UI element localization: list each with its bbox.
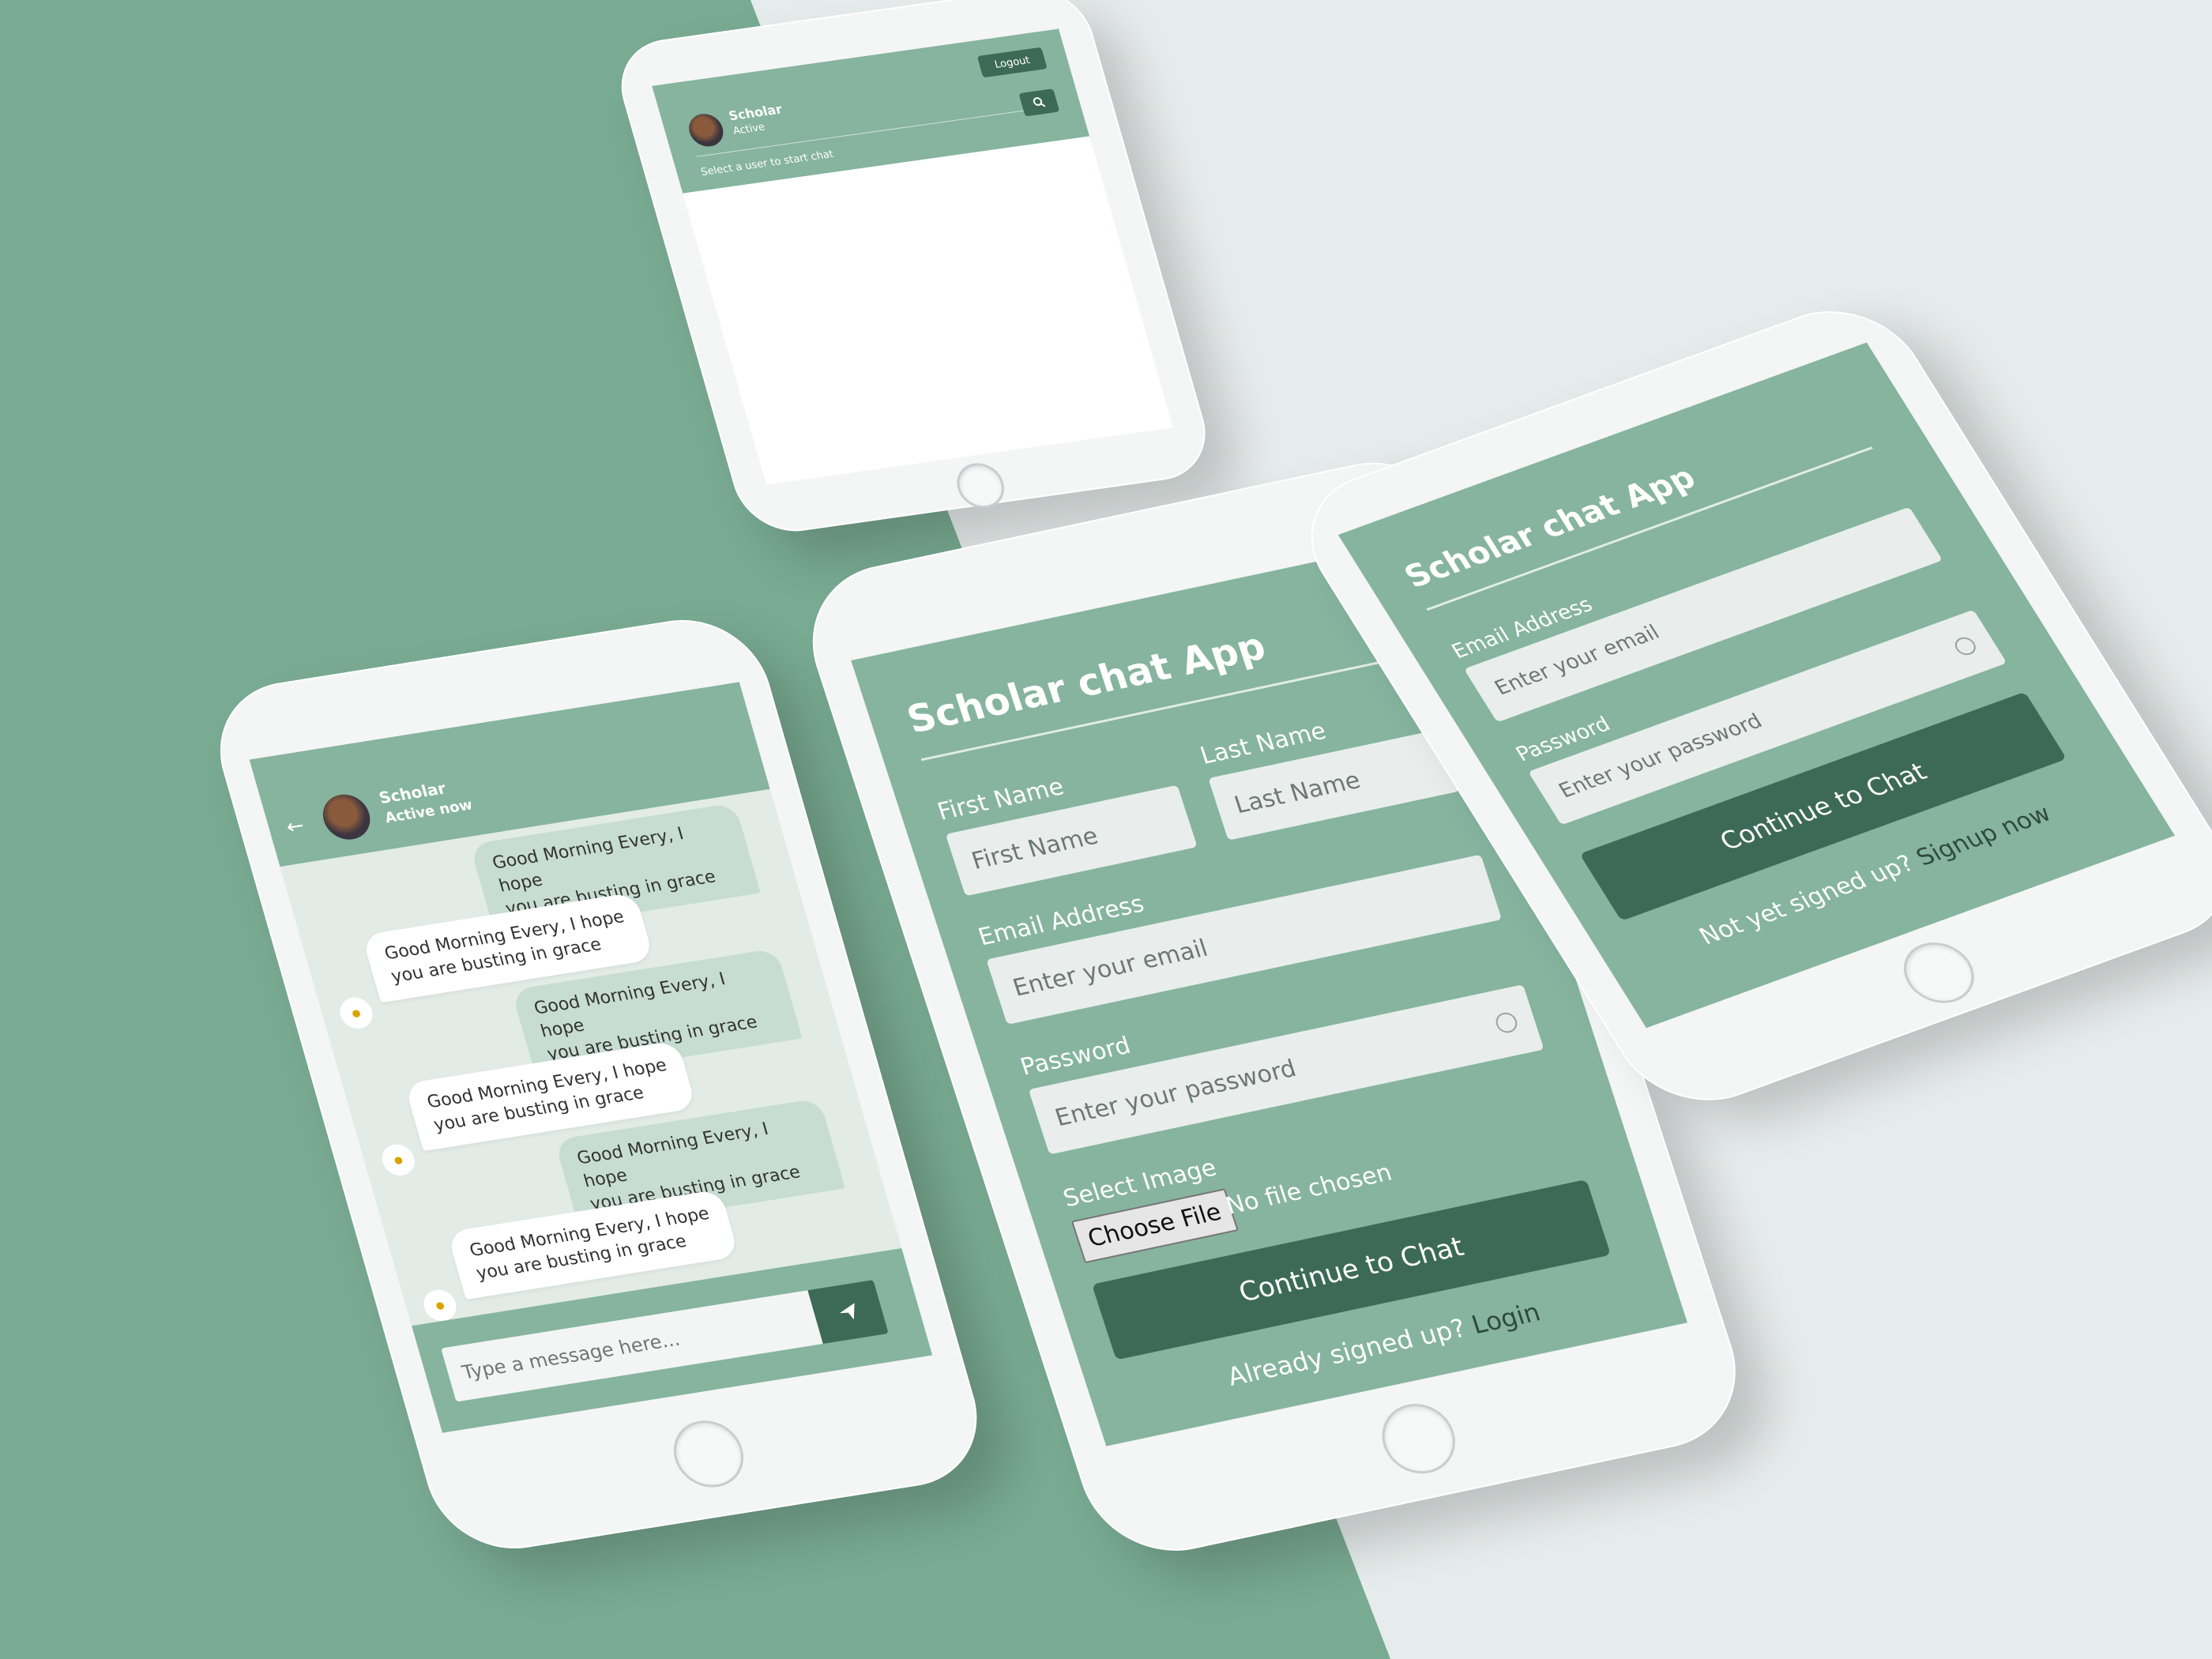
message-input-placeholder: Type a message here...: [459, 1327, 683, 1384]
signup-link[interactable]: Signup now: [1911, 800, 2056, 871]
login-link[interactable]: Login: [1468, 1297, 1544, 1340]
eye-icon[interactable]: [1951, 634, 1980, 658]
no-file-text: No file chosen: [1222, 1158, 1396, 1221]
sender-avatar: ●: [336, 995, 377, 1031]
home-button[interactable]: [665, 1416, 752, 1492]
search-icon: [1033, 97, 1046, 107]
back-icon[interactable]: ←: [284, 814, 307, 839]
user-status: Active: [732, 121, 767, 137]
eye-icon[interactable]: [1493, 1010, 1520, 1035]
users-screen: Scholar Active Logout Select a user to s…: [652, 28, 1173, 485]
home-button[interactable]: [1372, 1397, 1465, 1480]
user-name: Scholar: [727, 101, 784, 124]
send-button[interactable]: [807, 1280, 889, 1345]
users-header: Scholar Active Logout Select a user to s…: [652, 28, 1090, 194]
logout-button[interactable]: Logout: [976, 47, 1048, 78]
avatar: [685, 111, 728, 149]
email-field[interactable]: Enter your email: [986, 854, 1503, 1025]
avatar: [317, 791, 376, 843]
search-button[interactable]: [1018, 88, 1060, 117]
last-name-placeholder: Last Name: [1231, 766, 1364, 819]
chat-messages: Good Morning Every, I hope you are bustin…: [280, 788, 902, 1326]
sender-avatar: ●: [378, 1142, 419, 1178]
send-icon: [839, 1303, 855, 1320]
home-button[interactable]: [1890, 933, 1988, 1012]
email-placeholder: Enter your email: [1009, 934, 1212, 1003]
sender-avatar: ●: [419, 1287, 461, 1323]
login-title: Scholar chat App: [1398, 460, 1702, 596]
first-name-placeholder: First Name: [968, 822, 1102, 875]
password-field[interactable]: Enter your password: [1028, 984, 1544, 1155]
